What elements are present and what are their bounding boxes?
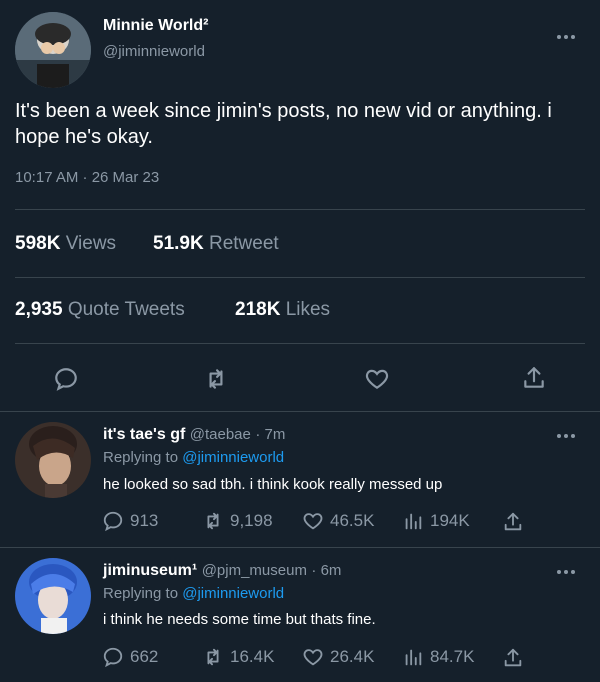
retweet-label: Retweet — [208, 233, 279, 254]
reply-text: he looked so sad tbh. i think kook reall… — [103, 476, 443, 493]
quote-label: Quote Tweets — [67, 299, 185, 320]
views-icon — [405, 649, 422, 666]
reply-icon — [103, 647, 123, 668]
tweet-text: It's been a week since jimin's posts, no… — [15, 100, 552, 148]
reply-text: i think he needs some time but thats fin… — [103, 611, 376, 628]
views-count: 598K — [15, 233, 61, 254]
reply-display-name[interactable]: it's tae's gf — [103, 426, 185, 443]
like-icon — [303, 649, 323, 666]
reply-handle[interactable]: @taebae — [190, 426, 251, 443]
like-icon[interactable] — [363, 366, 391, 397]
replying-to-handle[interactable]: @jiminnieworld — [182, 585, 284, 602]
replying-to-label: Replying to — [103, 449, 179, 466]
reply-count: 913 — [130, 511, 159, 530]
divider — [15, 277, 585, 278]
view-count: 194K — [430, 511, 470, 530]
retweet-button[interactable]: 9,198 — [202, 510, 273, 532]
more-options-icon[interactable] — [557, 567, 577, 577]
more-options-icon[interactable] — [557, 32, 577, 42]
like-count: 26.4K — [330, 647, 375, 666]
replying-to-handle[interactable]: @jiminnieworld — [182, 449, 284, 466]
reply-time[interactable]: · 7m — [255, 426, 285, 443]
like-button[interactable]: 26.4K — [302, 646, 374, 668]
retweet-button[interactable]: 16.4K — [202, 646, 274, 668]
reply-handle[interactable]: @pjm_museum — [202, 562, 307, 579]
view-count: 84.7K — [430, 647, 475, 666]
reply-icon — [103, 511, 123, 532]
reply-count: 662 — [130, 647, 159, 666]
like-count: 46.5K — [330, 511, 375, 530]
divider — [15, 209, 585, 210]
avatar[interactable] — [15, 12, 91, 88]
retweet-icon — [207, 512, 219, 530]
retweets-stat[interactable]: 51.9K Retweet — [153, 233, 279, 255]
retweet-count: 9,198 — [230, 511, 273, 530]
quote-count: 2,935 — [15, 299, 63, 320]
retweet-count: 16.4K — [230, 647, 275, 666]
reply-time[interactable]: · 6m — [311, 562, 341, 579]
avatar[interactable] — [15, 422, 91, 498]
retweet-icon[interactable] — [202, 366, 230, 397]
reply-display-name[interactable]: jiminuseum¹ — [103, 562, 197, 579]
reply-header: it's tae's gf @taebae · 7m — [103, 426, 285, 444]
views-button[interactable]: 84.7K — [402, 646, 474, 668]
tweet-timestamp[interactable]: 10:17 AM · 26 Mar 23 — [15, 169, 159, 186]
display-name[interactable]: Minnie World² — [103, 17, 208, 35]
reply-button[interactable]: 913 — [102, 510, 158, 532]
more-options-icon[interactable] — [557, 431, 577, 441]
avatar[interactable] — [15, 558, 91, 634]
retweet-icon — [207, 648, 219, 666]
views-label: Views — [65, 233, 117, 254]
reply-header: jiminuseum¹ @pjm_museum · 6m — [103, 562, 341, 580]
quote-tweets-stat[interactable]: 2,935 Quote Tweets — [15, 299, 185, 321]
likes-stat[interactable]: 218K Likes — [235, 299, 330, 321]
divider — [15, 343, 585, 344]
views-button[interactable]: 194K — [402, 510, 470, 532]
replying-to: Replying to @jiminnieworld — [103, 585, 284, 602]
divider — [0, 411, 600, 412]
share-icon[interactable] — [502, 511, 524, 538]
handle[interactable]: @jiminnieworld — [103, 43, 205, 60]
replying-to-label: Replying to — [103, 585, 179, 602]
share-icon[interactable] — [502, 647, 524, 674]
divider — [0, 547, 600, 548]
likes-label: Likes — [285, 299, 331, 320]
replying-to: Replying to @jiminnieworld — [103, 449, 284, 466]
share-icon[interactable] — [521, 365, 547, 396]
like-button[interactable]: 46.5K — [302, 510, 374, 532]
likes-count: 218K — [235, 299, 281, 320]
reply-icon[interactable] — [53, 366, 79, 397]
views-icon — [405, 513, 422, 530]
views-stat: 598K Views — [15, 233, 116, 255]
like-icon — [303, 513, 323, 530]
retweet-count: 51.9K — [153, 233, 204, 254]
reply-button[interactable]: 662 — [102, 646, 158, 668]
